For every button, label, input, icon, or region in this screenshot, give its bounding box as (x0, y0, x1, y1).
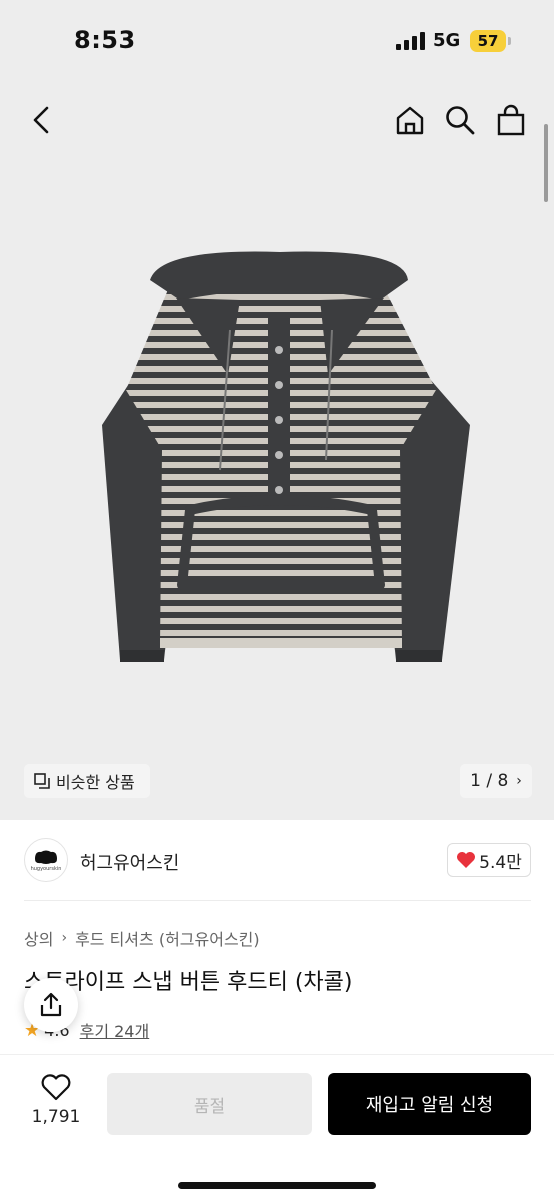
search-button[interactable] (440, 100, 480, 140)
home-indicator[interactable] (178, 1182, 376, 1189)
cart-button[interactable] (491, 100, 531, 140)
breadcrumb-category[interactable]: 상의 (24, 926, 53, 950)
sold-out-button: 품절 (107, 1073, 312, 1135)
home-button[interactable] (390, 100, 430, 140)
status-time: 8:53 (74, 26, 136, 54)
breadcrumb: 상의 › 후드 티셔츠 (허그유어스킨) (24, 926, 260, 950)
similar-products-label: 비슷한 상품 (56, 773, 135, 792)
home-icon (396, 106, 424, 135)
signal-strength-icon (396, 32, 425, 50)
battery-icon: 57 (470, 30, 506, 52)
wishlist-button[interactable]: 1,791 (30, 1074, 82, 1134)
image-counter[interactable]: 1 / 8 › (460, 764, 532, 798)
restock-alert-button[interactable]: 재입고 알림 신청 (328, 1073, 531, 1135)
similar-products-button[interactable]: 비슷한 상품 (24, 764, 150, 798)
store-logo-mark-icon (35, 850, 57, 864)
store-logo-text: hugyourskin (30, 865, 62, 872)
store-name[interactable]: 허그유어스킨 (80, 849, 179, 875)
breadcrumb-subcategory[interactable]: 후드 티셔츠 (허그유어스킨) (75, 926, 260, 950)
product-image-gallery[interactable]: 8:53 5G 57 비슷한 상품 1 / 8 › (0, 0, 554, 820)
store-like-button[interactable]: 5.4만 (447, 843, 531, 877)
battery-tip (508, 37, 511, 45)
share-icon (40, 992, 62, 1017)
store-like-count: 5.4만 (479, 852, 522, 873)
status-bar: 8:53 5G 57 (0, 0, 554, 84)
store-logo[interactable]: hugyourskin (24, 838, 68, 882)
scroll-indicator[interactable] (544, 124, 548, 202)
shopping-bag-icon (497, 104, 525, 136)
product-photo (102, 251, 470, 662)
back-button[interactable] (22, 100, 62, 140)
chevron-left-icon (33, 106, 49, 134)
wishlist-count: 1,791 (31, 1107, 81, 1127)
chevron-right-icon: › (61, 930, 68, 946)
chevron-right-icon: › (516, 773, 522, 789)
heart-filled-icon (457, 852, 476, 868)
search-icon (446, 106, 475, 135)
network-label: 5G (433, 30, 461, 51)
divider (24, 900, 531, 901)
share-button[interactable] (24, 978, 78, 1032)
image-counter-text: 1 / 8 (470, 771, 509, 791)
similar-items-icon (34, 773, 50, 789)
reviews-link[interactable]: 후기 24개 (80, 1018, 150, 1042)
heart-outline-icon (41, 1074, 71, 1101)
